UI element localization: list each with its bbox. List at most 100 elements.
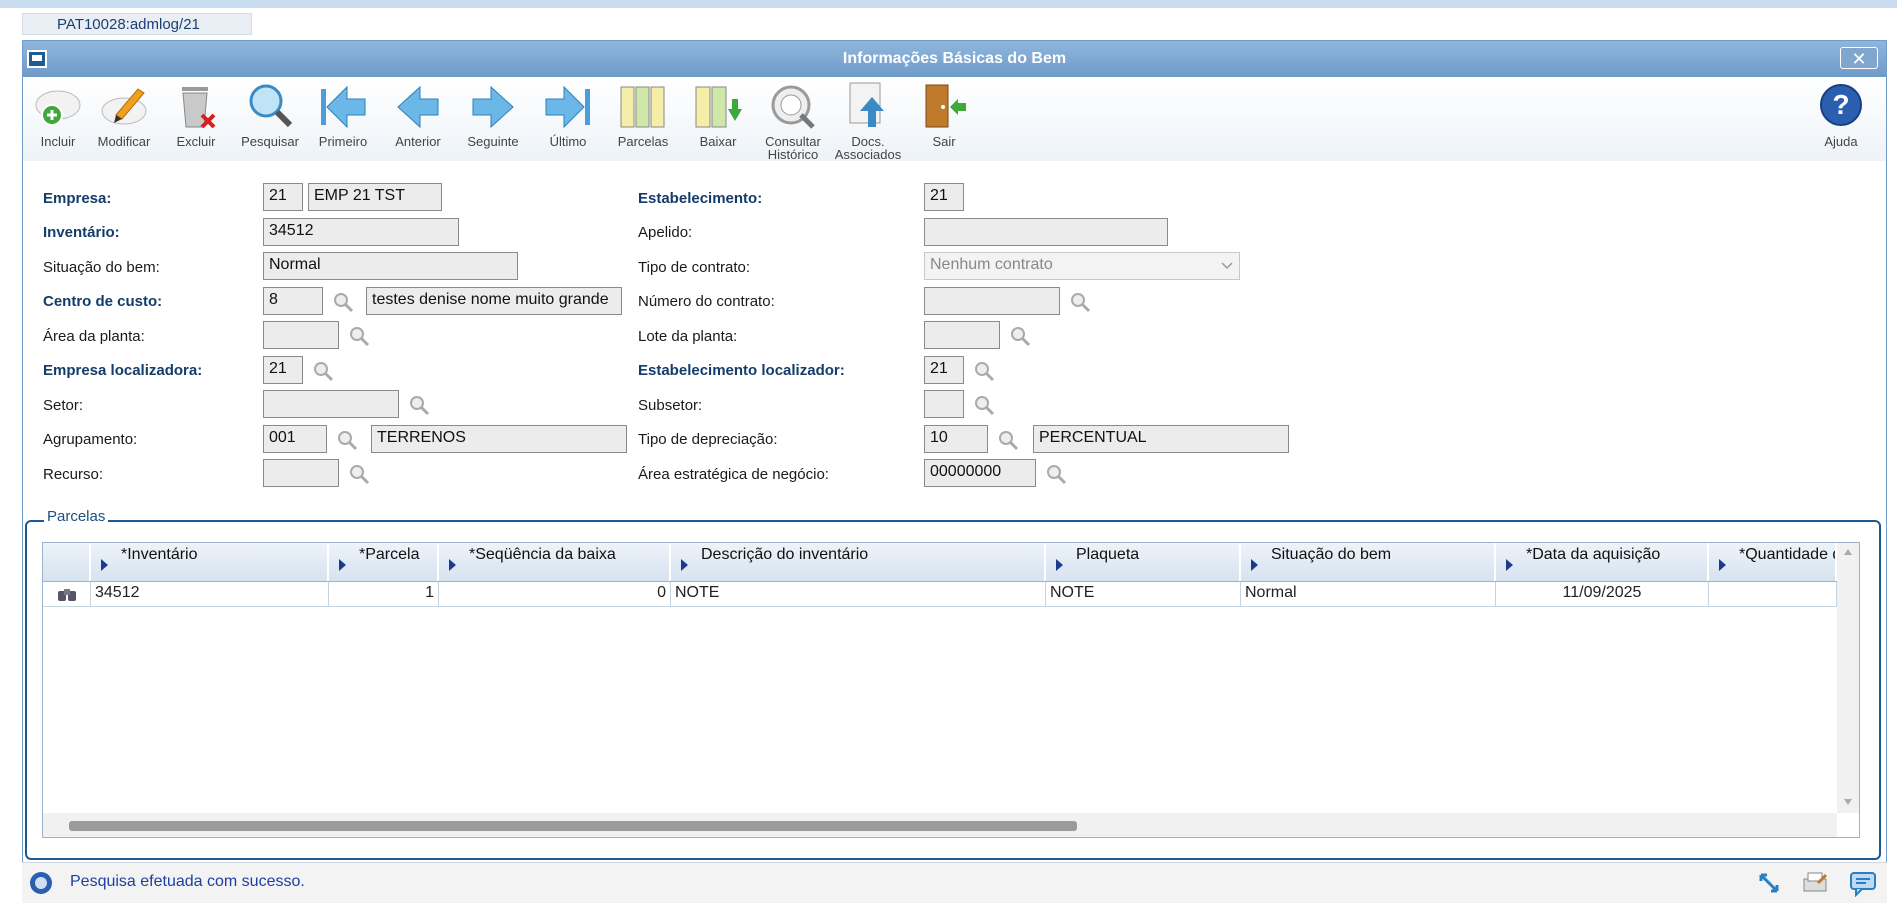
col-descricao[interactable]: Descrição do inventário bbox=[671, 543, 1046, 581]
edit-icon bbox=[98, 81, 150, 133]
recurso-search-icon[interactable] bbox=[348, 463, 370, 485]
col-situacao[interactable]: Situação do bem bbox=[1241, 543, 1496, 581]
download-icon bbox=[692, 81, 744, 133]
numero-contrato-label: Número do contrato: bbox=[638, 293, 775, 310]
inventario-field[interactable]: 34512 bbox=[263, 218, 459, 246]
cell-descricao[interactable]: NOTE bbox=[671, 582, 1046, 606]
numero-contrato-field[interactable] bbox=[924, 287, 1060, 315]
table-row[interactable]: 34512 1 0 NOTE NOTE Normal 11/09/2025 bbox=[43, 582, 1837, 607]
empresa-name-field: EMP 21 TST bbox=[308, 183, 442, 211]
tipo-depreciacao-search-icon[interactable] bbox=[997, 429, 1019, 451]
pesquisar-button[interactable]: Pesquisar bbox=[235, 81, 305, 161]
estab-localizador-field[interactable]: 21 bbox=[924, 356, 964, 384]
excluir-label: Excluir bbox=[176, 134, 216, 149]
tipo-depreciacao-code-field[interactable]: 10 bbox=[924, 425, 988, 453]
close-button[interactable]: ✕ bbox=[1840, 47, 1878, 69]
agrupamento-label: Agrupamento: bbox=[43, 431, 138, 448]
estab-localizador-search-icon[interactable] bbox=[973, 360, 995, 382]
incluir-button[interactable]: Incluir bbox=[23, 81, 93, 161]
cell-situacao[interactable]: Normal bbox=[1241, 582, 1496, 606]
empresa-localizadora-field[interactable]: 21 bbox=[263, 356, 303, 384]
col-plaqueta-label: Plaqueta bbox=[1076, 546, 1140, 563]
next-icon bbox=[467, 81, 519, 133]
empresa-localizadora-search-icon[interactable] bbox=[312, 360, 334, 382]
col-plaqueta[interactable]: Plaqueta bbox=[1046, 543, 1241, 581]
cell-data-aquisicao[interactable]: 11/09/2025 bbox=[1496, 582, 1709, 606]
title-bar: Informações Básicas do Bem ✕ bbox=[23, 41, 1886, 77]
parcelas-button[interactable]: Parcelas bbox=[608, 81, 678, 161]
agrupamento-search-icon[interactable] bbox=[336, 429, 358, 451]
lote-planta-search-icon[interactable] bbox=[1009, 325, 1031, 347]
status-bar: Pesquisa efetuada com sucesso. bbox=[22, 862, 1887, 903]
tipo-contrato-value: Nenhum contrato bbox=[930, 256, 1053, 273]
ajuda-button[interactable]: ? Ajuda bbox=[1806, 81, 1876, 161]
empresa-code-field[interactable]: 21 bbox=[263, 183, 303, 211]
subsetor-field[interactable] bbox=[924, 390, 964, 418]
seguinte-label: Seguinte bbox=[467, 134, 519, 149]
setor-search-icon[interactable] bbox=[408, 394, 430, 416]
area-estrategica-field[interactable]: 00000000 bbox=[924, 459, 1036, 487]
print-settings-icon[interactable] bbox=[1800, 869, 1830, 897]
help-icon: ? bbox=[1815, 81, 1867, 133]
area-planta-search-icon[interactable] bbox=[348, 325, 370, 347]
recurso-field[interactable] bbox=[263, 459, 339, 487]
ajuda-label: Ajuda bbox=[1824, 134, 1858, 149]
cell-inventario[interactable]: 34512 bbox=[91, 582, 329, 606]
subsetor-search-icon[interactable] bbox=[973, 394, 995, 416]
ultimo-label: Último bbox=[549, 134, 587, 149]
modificar-button[interactable]: Modificar bbox=[89, 81, 159, 161]
cell-parcela[interactable]: 1 bbox=[329, 582, 439, 606]
col-quantidade[interactable]: *Quantidade de me bbox=[1709, 543, 1837, 581]
tipo-depreciacao-name-field: PERCENTUAL bbox=[1033, 425, 1289, 453]
apelido-field[interactable] bbox=[924, 218, 1168, 246]
vertical-scrollbar[interactable] bbox=[1837, 543, 1859, 813]
row-binoculars-icon[interactable] bbox=[43, 582, 91, 606]
col-inventario[interactable]: *Inventário bbox=[91, 543, 329, 581]
anterior-button[interactable]: Anterior bbox=[383, 81, 453, 161]
setor-label: Setor: bbox=[43, 397, 84, 414]
baixar-button[interactable]: Baixar bbox=[683, 81, 753, 161]
cell-sequencia[interactable]: 0 bbox=[439, 582, 671, 606]
top-strip bbox=[0, 0, 1897, 8]
cell-quantidade[interactable] bbox=[1709, 582, 1837, 606]
area-planta-field[interactable] bbox=[263, 321, 339, 349]
estabelecimento-field[interactable]: 21 bbox=[924, 183, 964, 211]
status-info-icon bbox=[30, 872, 52, 894]
col-data-aquisicao[interactable]: *Data da aquisição bbox=[1496, 543, 1709, 581]
col-parcela[interactable]: *Parcela bbox=[329, 543, 439, 581]
excluir-button[interactable]: Excluir bbox=[161, 81, 231, 161]
tipo-contrato-select[interactable]: Nenhum contrato bbox=[924, 252, 1240, 280]
ultimo-button[interactable]: Último bbox=[533, 81, 603, 161]
recurso-label: Recurso: bbox=[43, 466, 104, 483]
lote-planta-label: Lote da planta: bbox=[638, 328, 738, 345]
lote-planta-field[interactable] bbox=[924, 321, 1000, 349]
estabelecimento-label: Estabelecimento: bbox=[638, 190, 763, 207]
expand-icon[interactable] bbox=[1757, 871, 1781, 895]
toolbar: Incluir Modificar Excluir Pesquisar Prim… bbox=[23, 77, 1886, 161]
sair-button[interactable]: Sair bbox=[909, 81, 979, 161]
seguinte-button[interactable]: Seguinte bbox=[458, 81, 528, 161]
col-parcela-label: *Parcela bbox=[359, 546, 420, 563]
inventario-label: Inventário: bbox=[43, 224, 120, 241]
incluir-label: Incluir bbox=[40, 134, 76, 149]
tipo-depreciacao-label: Tipo de depreciação: bbox=[638, 431, 778, 448]
centro-custo-search-icon[interactable] bbox=[332, 291, 354, 313]
col-sequencia-baixa[interactable]: *Seqüência da baixa bbox=[439, 543, 671, 581]
primeiro-button[interactable]: Primeiro bbox=[308, 81, 378, 161]
situacao-label: Situação do bem: bbox=[43, 259, 160, 276]
program-tab[interactable]: PAT10028:admlog/21 bbox=[22, 13, 252, 35]
col-descricao-label: Descrição do inventário bbox=[701, 546, 869, 563]
cell-plaqueta[interactable]: NOTE bbox=[1046, 582, 1241, 606]
chat-icon[interactable] bbox=[1848, 869, 1878, 897]
agrupamento-code-field[interactable]: 001 bbox=[263, 425, 327, 453]
status-message: Pesquisa efetuada com sucesso. bbox=[70, 873, 305, 890]
numero-contrato-search-icon[interactable] bbox=[1069, 291, 1091, 313]
consultar-historico-button[interactable]: Consultar Histórico bbox=[758, 81, 828, 161]
area-estrategica-search-icon[interactable] bbox=[1045, 463, 1067, 485]
docs-associados-button[interactable]: Docs. Associados bbox=[833, 81, 903, 161]
centro-custo-code-field[interactable]: 8 bbox=[263, 287, 323, 315]
setor-field[interactable] bbox=[263, 390, 399, 418]
horizontal-scroll-thumb[interactable] bbox=[69, 821, 1077, 831]
search-icon bbox=[244, 81, 296, 133]
horizontal-scrollbar[interactable] bbox=[43, 813, 1837, 837]
